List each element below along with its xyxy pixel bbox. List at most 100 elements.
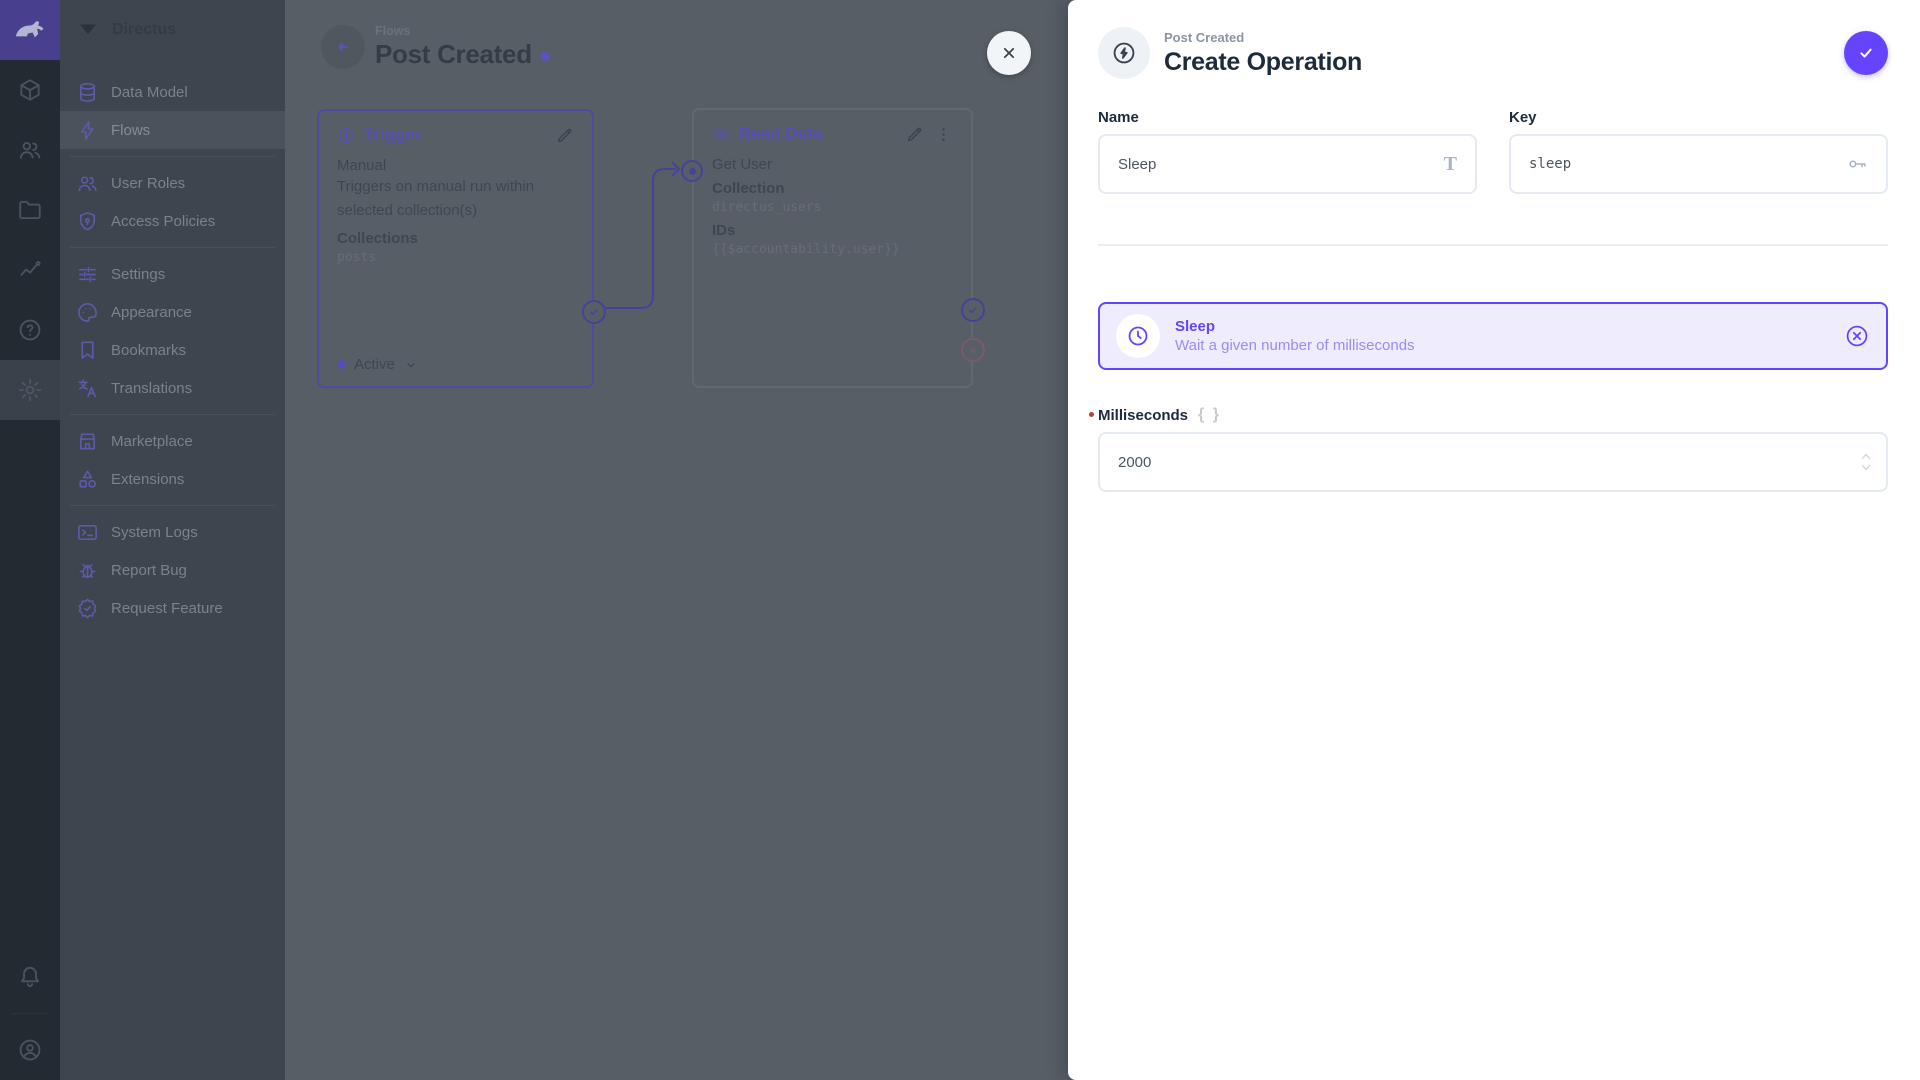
storefront-icon bbox=[79, 432, 96, 450]
sidebar-item-extensions[interactable]: Extensions bbox=[60, 460, 285, 498]
name-field-label: Name bbox=[1098, 109, 1139, 126]
milliseconds-input[interactable] bbox=[1118, 453, 1868, 471]
selected-operation-card[interactable]: Sleep Wait a given number of millisecond… bbox=[1098, 302, 1888, 370]
trigger-field-label: Collections bbox=[337, 230, 418, 247]
number-stepper[interactable] bbox=[1860, 452, 1872, 472]
back-button[interactable] bbox=[321, 25, 365, 69]
divider bbox=[1098, 244, 1888, 246]
operation-field-label: IDs bbox=[712, 222, 736, 239]
sidebar-item-settings[interactable]: Settings bbox=[60, 255, 285, 293]
key-input[interactable] bbox=[1529, 156, 1846, 172]
sidebar-item-marketplace[interactable]: Marketplace bbox=[60, 422, 285, 460]
module-bar-spacer bbox=[0, 420, 60, 947]
operation-resolve-handle[interactable] bbox=[961, 298, 985, 322]
arrow-left-icon bbox=[338, 42, 349, 52]
sidebar-item-translations[interactable]: Translations bbox=[60, 369, 285, 407]
trigger-description: Triggers on manual run within selected c… bbox=[337, 178, 535, 219]
users-icon bbox=[78, 175, 97, 191]
breadcrumb[interactable]: Flows bbox=[375, 24, 550, 38]
translate-icon bbox=[78, 379, 96, 397]
project-switcher[interactable]: Directus bbox=[60, 0, 285, 60]
divider bbox=[70, 414, 275, 415]
module-user-directory[interactable] bbox=[0, 120, 60, 180]
shapes-icon bbox=[79, 470, 96, 488]
module-help[interactable] bbox=[0, 300, 60, 360]
sidebar-item-user-roles[interactable]: User Roles bbox=[60, 164, 285, 202]
notifications-button[interactable] bbox=[0, 947, 60, 1007]
bug-icon bbox=[79, 563, 96, 578]
users-icon bbox=[19, 142, 41, 159]
key-icon bbox=[1846, 153, 1868, 175]
divider bbox=[70, 505, 275, 506]
chevron-down-icon bbox=[407, 362, 415, 367]
sidebar-item-system-logs[interactable]: System Logs bbox=[60, 513, 285, 551]
palette-icon bbox=[78, 302, 97, 322]
close-drawer-button[interactable] bbox=[987, 31, 1031, 75]
operation-reject-handle[interactable] bbox=[961, 338, 985, 362]
drawer-title: Create Operation bbox=[1164, 47, 1363, 76]
seal-check-icon bbox=[78, 598, 97, 618]
sidebar-item-appearance[interactable]: Appearance bbox=[60, 293, 285, 331]
project-wedge-icon bbox=[80, 24, 96, 34]
raw-value-toggle-icon[interactable]: { } bbox=[1198, 406, 1221, 424]
sidebar-item-flows[interactable]: Flows bbox=[60, 111, 285, 149]
bell-icon bbox=[21, 966, 39, 988]
key-field-label: Key bbox=[1509, 109, 1537, 126]
kebab-menu-icon[interactable] bbox=[934, 125, 953, 144]
trigger-resolve-handle[interactable] bbox=[582, 300, 606, 324]
person-circle-icon bbox=[19, 1039, 41, 1061]
nav-list: Data Model Flows User Roles Access Polic… bbox=[60, 60, 285, 627]
sidebar-item-report-bug[interactable]: Report Bug bbox=[60, 551, 285, 589]
bookmark-icon bbox=[81, 341, 94, 359]
sidebar-item-label: Data Model bbox=[111, 83, 188, 101]
key-field bbox=[1509, 134, 1888, 194]
check-icon bbox=[969, 306, 977, 314]
create-operation-drawer: Post Created Create Operation Name T Key bbox=[1068, 0, 1920, 1080]
divider bbox=[70, 247, 275, 248]
deselect-operation-button[interactable] bbox=[1844, 323, 1870, 349]
eye-icon bbox=[713, 128, 730, 140]
name-input[interactable] bbox=[1118, 155, 1444, 173]
sliders-icon bbox=[79, 266, 96, 282]
sidebar-item-label: User Roles bbox=[111, 174, 186, 192]
user-avatar-button[interactable] bbox=[0, 1020, 60, 1080]
help-icon bbox=[19, 319, 41, 341]
operation-field-label: Collection bbox=[712, 180, 785, 197]
flow-status-toggle[interactable]: Active bbox=[337, 356, 419, 373]
sidebar-item-label: Translations bbox=[111, 379, 193, 397]
sidebar-item-label: Marketplace bbox=[111, 432, 193, 450]
module-settings[interactable] bbox=[0, 360, 60, 420]
sidebar-item-data-model[interactable]: Data Model bbox=[60, 73, 285, 111]
bolt-circle-icon bbox=[338, 127, 355, 143]
divider bbox=[70, 156, 275, 157]
sidebar-item-request-feature[interactable]: Request Feature bbox=[60, 589, 285, 627]
directus-logo[interactable] bbox=[0, 0, 60, 60]
operation-panel-read-data[interactable]: Read Data Get User Collection directus_u… bbox=[681, 108, 985, 388]
sidebar-item-label: Access Policies bbox=[111, 212, 216, 230]
sidebar-item-label: Bookmarks bbox=[111, 341, 187, 359]
name-field: T bbox=[1098, 134, 1477, 194]
operation-input-handle[interactable] bbox=[681, 160, 703, 182]
module-insights[interactable] bbox=[0, 240, 60, 300]
save-button[interactable] bbox=[1844, 31, 1888, 75]
flow-canvas[interactable]: Flows Post Created Trigger Manual Trigge… bbox=[285, 0, 1068, 1080]
operation-card-title: Sleep bbox=[1175, 318, 1216, 335]
trigger-panel[interactable]: Trigger Manual Triggers on manual run wi… bbox=[317, 109, 606, 388]
module-data-model[interactable] bbox=[0, 60, 60, 120]
name-key-fields: Name T Key bbox=[1098, 109, 1888, 194]
title-formatter-icon[interactable]: T bbox=[1444, 153, 1457, 176]
status-label: Active bbox=[354, 356, 395, 373]
cube-icon bbox=[20, 79, 40, 101]
page-title: Post Created bbox=[375, 39, 532, 69]
trigger-name: Manual bbox=[337, 157, 387, 174]
edit-pencil-icon[interactable] bbox=[555, 126, 574, 145]
drawer-breadcrumb[interactable]: Post Created bbox=[1164, 30, 1362, 45]
panel-type-label: Read Data bbox=[739, 124, 823, 143]
edit-pencil-icon[interactable] bbox=[905, 125, 924, 144]
module-file-library[interactable] bbox=[0, 180, 60, 240]
chevron-down-icon bbox=[1861, 464, 1871, 471]
sidebar-item-bookmarks[interactable]: Bookmarks bbox=[60, 331, 285, 369]
check-icon bbox=[590, 308, 598, 316]
milliseconds-field bbox=[1098, 432, 1888, 492]
sidebar-item-access-policies[interactable]: Access Policies bbox=[60, 202, 285, 240]
